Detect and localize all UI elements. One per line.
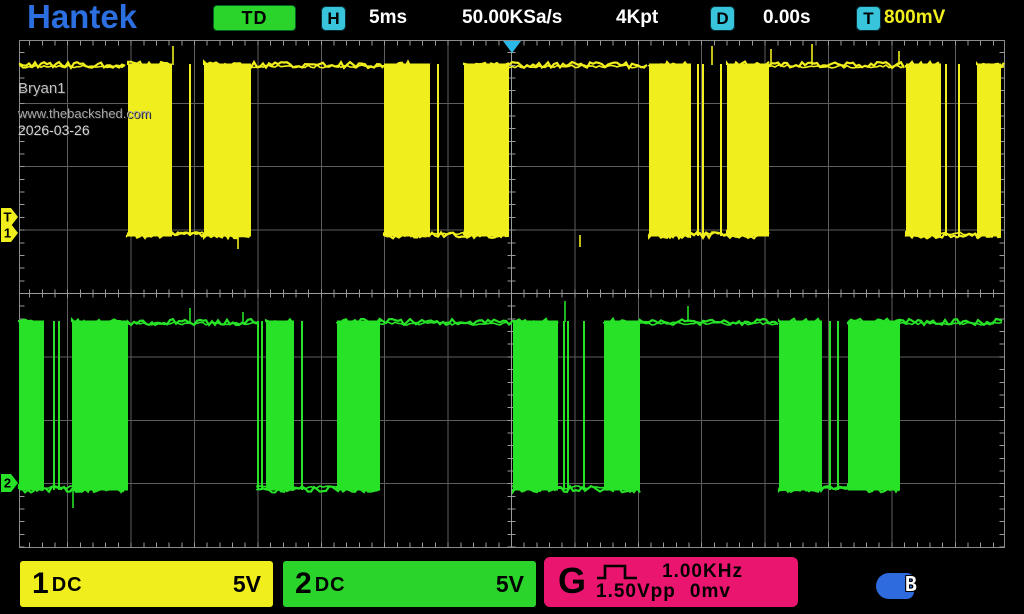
svg-text:T: T — [4, 210, 12, 225]
horizontal-offset-value: 0.00s — [763, 7, 811, 29]
waveform-display: T12 — [0, 0, 1024, 614]
overlay-date: 2026-03-26 — [18, 122, 90, 138]
trigger-status-chip: TD — [213, 5, 296, 31]
trigger-icon: T — [856, 6, 881, 31]
svg-text:1: 1 — [4, 226, 11, 241]
svg-text:2: 2 — [4, 476, 11, 491]
overlay-username: Bryan1 — [18, 80, 66, 97]
sample-rate-value: 50.00KSa/s — [462, 7, 562, 29]
status-bar: Hantek TD H 5ms 50.00KSa/s 4Kpt D 0.00s … — [0, 0, 1024, 38]
usb-device-letter: B — [905, 572, 917, 596]
trigger-level-value: 800mV — [884, 7, 945, 29]
memory-depth-value: 4Kpt — [616, 7, 658, 29]
delay-icon: D — [710, 6, 735, 31]
timebase-value: 5ms — [369, 7, 407, 29]
overlay-website: www.thebackshed.com — [18, 106, 151, 121]
oscilloscope-screen: T12 Hantek TD H 5ms 50.00KSa/s 4Kpt D 0.… — [0, 0, 1024, 614]
brand-logo: Hantek — [27, 0, 137, 36]
horizontal-icon: H — [321, 6, 346, 31]
